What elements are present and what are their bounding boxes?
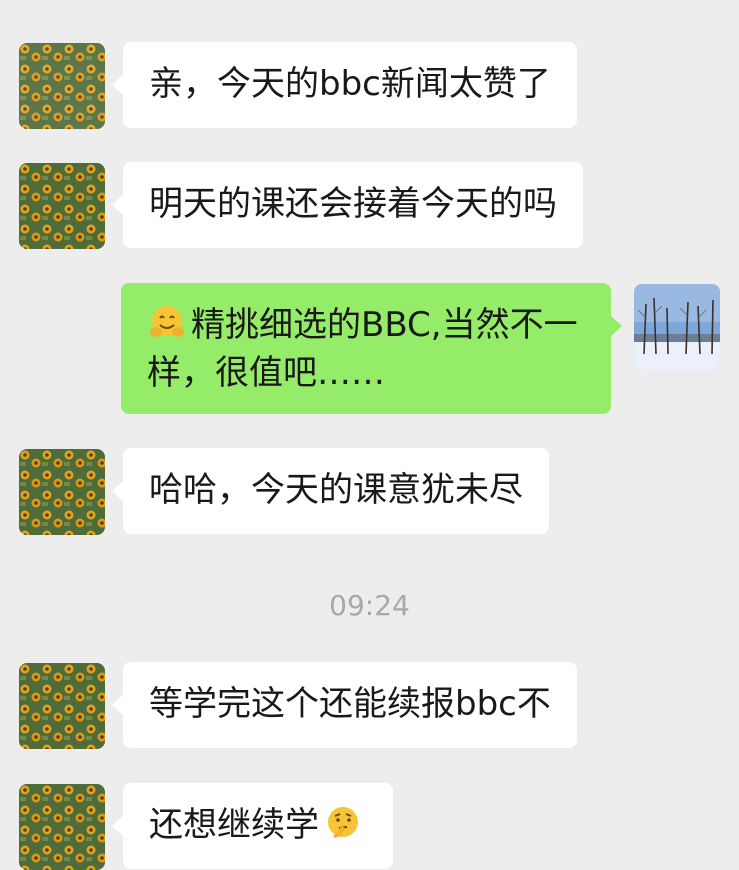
message-text: 哈哈，今天的课意犹未尽 bbox=[149, 470, 523, 510]
message-bubble[interactable]: 精挑细选的BBC,当然不一样，很值吧…… bbox=[121, 283, 622, 414]
sunflower-avatar[interactable] bbox=[19, 663, 105, 749]
message-text: 精挑细选的BBC,当然不一样，很值吧…… bbox=[147, 305, 578, 393]
sunflower-avatar[interactable] bbox=[19, 163, 105, 249]
message-text: 明天的课还会接着今天的吗 bbox=[149, 184, 557, 224]
message-bubble[interactable]: 还想继续学 bbox=[112, 783, 393, 869]
message-text: 还想继续学 bbox=[149, 805, 319, 845]
message-bubble[interactable]: 亲，今天的bbc新闻太赞了 bbox=[112, 42, 577, 128]
sunflower-avatar[interactable] bbox=[19, 43, 105, 129]
thinking-face-emoji-icon bbox=[323, 802, 363, 842]
message-text: 等学完这个还能续报bbc不 bbox=[149, 684, 551, 724]
timestamp: 09:24 bbox=[329, 589, 410, 622]
sunflower-avatar[interactable] bbox=[19, 449, 105, 535]
message-bubble[interactable]: 明天的课还会接着今天的吗 bbox=[112, 162, 583, 248]
message-bubble[interactable]: 等学完这个还能续报bbc不 bbox=[112, 662, 577, 748]
message-text: 亲，今天的bbc新闻太赞了 bbox=[149, 64, 551, 104]
snowy-trees-avatar[interactable] bbox=[634, 284, 720, 370]
sunflower-avatar[interactable] bbox=[19, 784, 105, 870]
hugging-face-emoji-icon bbox=[147, 302, 187, 342]
message-bubble[interactable]: 哈哈，今天的课意犹未尽 bbox=[112, 448, 549, 534]
